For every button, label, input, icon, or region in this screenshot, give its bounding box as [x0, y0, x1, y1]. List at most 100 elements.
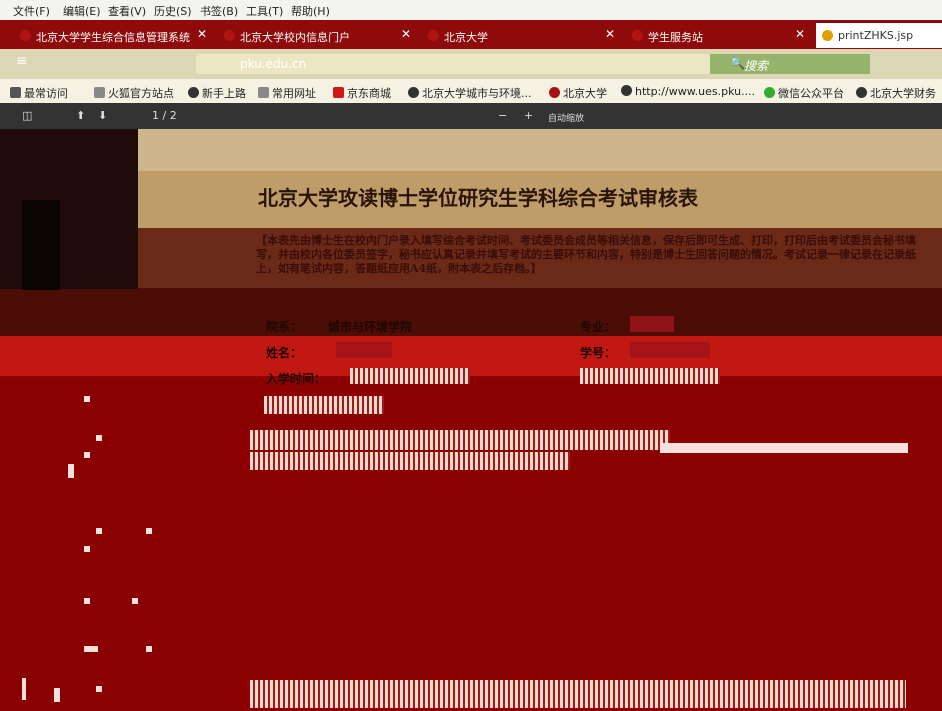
bookmarks-bar: 最常访问 火狐官方站点 新手上路 常用网址 京东商城 北京大学城市与环境... … [0, 79, 942, 103]
render-artifact [132, 598, 138, 604]
search-placeholder: 搜索 [744, 59, 769, 73]
render-artifact [22, 678, 26, 700]
search-icon: 🔍 [730, 56, 745, 70]
menu-bookmarks[interactable]: 书签(B) [200, 3, 238, 19]
url-bar[interactable]: pku.edu.cn [196, 54, 716, 74]
tab-student-system[interactable]: 北京大学学生综合信息管理系统 ✕ [14, 23, 214, 48]
document-title: 北京大学攻读博士学位研究生学科综合考试审核表 [258, 186, 698, 210]
pku-favicon-icon [20, 30, 31, 41]
bookmark-item[interactable]: 北京大学 [549, 85, 607, 101]
bookmark-item[interactable]: 常用网址 [258, 85, 316, 101]
dark-artifact [22, 200, 60, 290]
tab-print-zhks[interactable]: printZHKS.jsp [816, 23, 942, 48]
wechat-icon [764, 87, 775, 98]
render-artifact [250, 452, 570, 470]
bookmark-item[interactable]: 火狐官方站点 [94, 85, 174, 101]
tab-label: 北京大学校内信息门户 [240, 31, 350, 44]
redacted-student-id [630, 342, 710, 358]
document-note: 【本表先由博士生在校内门户录入填写综合考试时间、考试委员会成员等相关信息，保存后… [256, 234, 916, 275]
bookmark-item[interactable]: 微信公众平台 [764, 85, 844, 101]
folder-icon [258, 87, 269, 98]
render-artifact [350, 368, 470, 384]
menu-help[interactable]: 帮助(H) [291, 3, 330, 19]
render-artifact [580, 368, 720, 384]
render-artifact [96, 528, 102, 534]
render-artifact [250, 694, 906, 708]
tab-label: 学生服务站 [648, 31, 703, 44]
globe-icon [188, 87, 199, 98]
bookmark-item[interactable]: 新手上路 [188, 85, 246, 101]
tab-portal[interactable]: 北京大学校内信息门户 ✕ [218, 23, 418, 48]
pdf-toolbar: ◫ ⬆ ⬇ 1 / 2 − + 自动缩放 [0, 103, 942, 129]
document-band [0, 288, 942, 336]
document-band [0, 336, 942, 376]
tab-label: 北京大学学生综合信息管理系统 [36, 31, 190, 44]
tab-label: 北京大学 [444, 31, 488, 44]
tab-label: printZHKS.jsp [838, 29, 914, 42]
globe-icon [856, 87, 867, 98]
menu-file[interactable]: 文件(F) [13, 3, 50, 19]
previous-page-icon[interactable]: ⬆ [76, 109, 85, 122]
render-artifact [250, 430, 670, 450]
bookmark-item[interactable]: 最常访问 [10, 85, 68, 101]
render-artifact [84, 598, 90, 604]
close-icon[interactable]: ✕ [401, 27, 411, 41]
globe-icon [621, 85, 632, 96]
zoom-out-icon[interactable]: − [498, 109, 507, 122]
tab-pku[interactable]: 北京大学 ✕ [422, 23, 622, 48]
next-page-icon[interactable]: ⬇ [98, 109, 107, 122]
tab-student-service[interactable]: 学生服务站 ✕ [626, 23, 812, 48]
globe-icon [408, 87, 419, 98]
search-input[interactable]: 🔍 搜索 [710, 54, 870, 74]
menu-edit[interactable]: 编辑(E) [63, 3, 101, 19]
name-label: 姓名： [266, 346, 303, 360]
render-artifact [68, 464, 74, 478]
render-artifact [84, 546, 90, 552]
redacted-major [630, 316, 674, 332]
pku-favicon-icon [632, 30, 643, 41]
zoom-in-icon[interactable]: + [524, 109, 533, 122]
pku-favicon-icon [224, 30, 235, 41]
render-artifact [146, 528, 152, 534]
jd-icon [333, 87, 344, 98]
close-icon[interactable]: ✕ [605, 27, 615, 41]
render-artifact [250, 680, 906, 694]
pku-icon [549, 87, 560, 98]
bookmark-item[interactable]: 北京大学城市与环境... [408, 85, 532, 101]
major-label: 专业： [580, 320, 617, 334]
render-artifact [264, 396, 384, 414]
render-artifact [96, 435, 102, 441]
menu-icon[interactable]: ≡ [16, 53, 28, 69]
zoom-select[interactable]: 自动缩放 [548, 111, 584, 124]
render-artifact [84, 452, 90, 458]
menu-history[interactable]: 历史(S) [154, 3, 192, 19]
department-value: 城市与环境学院 [328, 320, 413, 334]
bookmark-item[interactable]: http://www.ues.pku.... [621, 85, 755, 98]
menu-tools[interactable]: 工具(T) [246, 3, 283, 19]
document-page [0, 129, 942, 171]
gear-icon [10, 87, 21, 98]
redacted-name [336, 342, 392, 358]
navigation-bar: ≡ pku.edu.cn 🔍 搜索 [0, 49, 942, 79]
page-number[interactable]: 1 / 2 [152, 109, 177, 122]
department-label: 院系： [266, 320, 303, 334]
close-icon[interactable]: ✕ [795, 27, 805, 41]
enroll-label: 入学时间： [266, 372, 327, 386]
render-artifact [146, 646, 152, 652]
render-artifact [660, 443, 908, 453]
student-id-label: 学号： [580, 346, 617, 360]
render-artifact [84, 396, 90, 402]
menu-bar: 文件(F) 编辑(E) 查看(V) 历史(S) 书签(B) 工具(T) 帮助(H… [0, 0, 942, 20]
url-text: pku.edu.cn [240, 57, 307, 71]
render-artifact [84, 646, 98, 652]
page-favicon-icon [822, 30, 833, 41]
render-artifact [96, 686, 102, 692]
close-icon[interactable]: ✕ [197, 27, 207, 41]
pku-favicon-icon [428, 30, 439, 41]
tab-bar: 北京大学学生综合信息管理系统 ✕ 北京大学校内信息门户 ✕ 北京大学 ✕ 学生服… [0, 20, 942, 49]
bookmark-item[interactable]: 京东商城 [333, 85, 391, 101]
sidebar-toggle-icon[interactable]: ◫ [22, 109, 32, 122]
menu-view[interactable]: 查看(V) [108, 3, 146, 19]
render-artifact [54, 688, 60, 702]
bookmark-item[interactable]: 北京大学财务 [856, 85, 936, 101]
